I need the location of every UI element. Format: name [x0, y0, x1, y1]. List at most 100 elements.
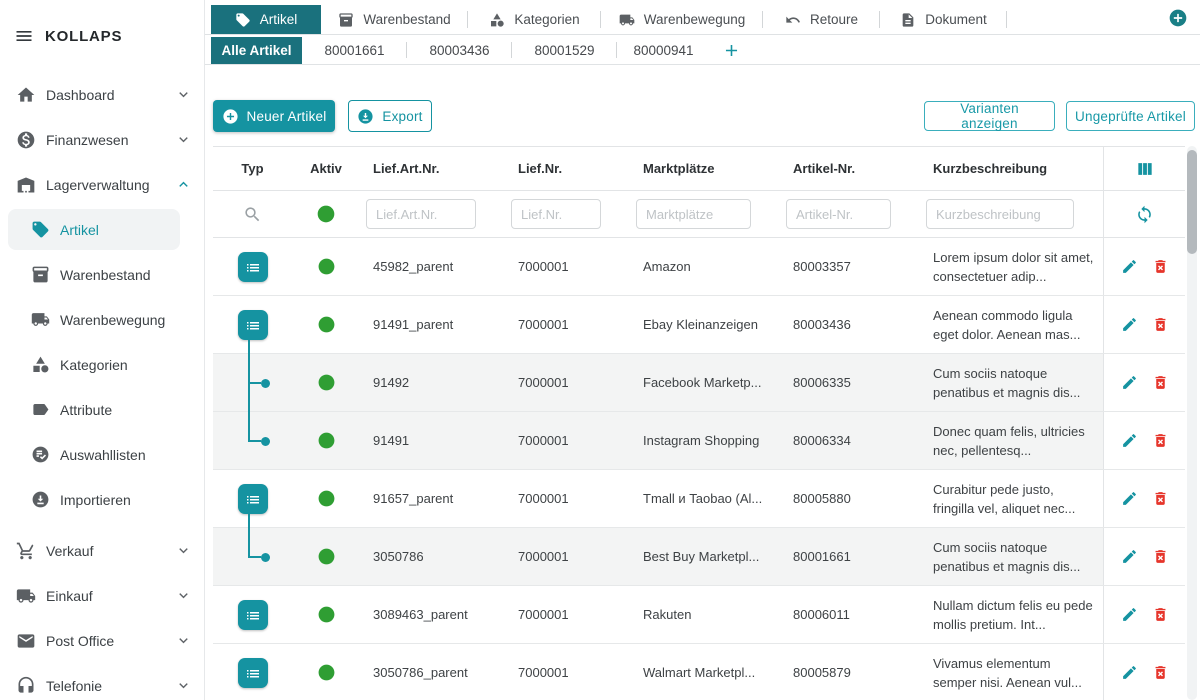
delete-row-button[interactable]: [1152, 258, 1169, 275]
expand-variants-button[interactable]: [238, 600, 268, 630]
active-filter-toggle[interactable]: [316, 204, 336, 224]
tab-dokument[interactable]: Dokument: [880, 5, 1007, 34]
edit-row-button[interactable]: [1121, 606, 1138, 623]
aktiv-cell: [292, 238, 360, 295]
kurzbeschreibung-filter-input[interactable]: [926, 199, 1074, 229]
app-root: KOLLAPS Dashboard Finanzwesen Lagerverwalt…: [0, 0, 1200, 700]
subtab-80001529[interactable]: 80001529: [512, 37, 617, 64]
column-header-aktiv[interactable]: Aktiv: [292, 147, 360, 190]
sidebar-item-attribute[interactable]: Attribute: [0, 387, 204, 432]
scrollbar-thumb[interactable]: [1187, 150, 1197, 254]
sidebar-item-label: Finanzwesen: [46, 132, 129, 148]
refresh-button[interactable]: [1135, 205, 1154, 224]
sidebar-item-warenbestand[interactable]: Warenbestand: [0, 252, 204, 297]
lief-art-nr-filter-input[interactable]: [366, 199, 476, 229]
column-header-lief-art-nr[interactable]: Lief.Art.Nr.: [360, 147, 505, 190]
expand-variants-button[interactable]: [238, 484, 268, 514]
edit-row-button[interactable]: [1121, 432, 1138, 449]
sidebar-item-verkauf[interactable]: Verkauf: [0, 528, 204, 573]
tab-retoure[interactable]: Retoure: [763, 5, 880, 34]
delete-row-button[interactable]: [1152, 316, 1169, 333]
subtab-80003436[interactable]: 80003436: [407, 37, 512, 64]
edit-row-button[interactable]: [1121, 664, 1138, 681]
subtab-label: 80001661: [324, 43, 384, 58]
home-icon: [16, 85, 36, 105]
sidebar-item-artikel[interactable]: Artikel: [0, 207, 204, 252]
sidebar-item-telefonie[interactable]: Telefonie: [0, 663, 204, 700]
tab-kategorien[interactable]: Kategorien: [468, 5, 601, 34]
sidebar-item-post-office[interactable]: Post Office: [0, 618, 204, 663]
subtab-80000941[interactable]: 80000941: [617, 37, 710, 64]
sidebar-item-label: Auswahllisten: [60, 447, 146, 463]
marktplaetze-filter-input[interactable]: [636, 199, 751, 229]
new-article-button[interactable]: Neuer Artikel: [213, 100, 335, 132]
sidebar-item-auswahllisten[interactable]: Auswahllisten: [0, 432, 204, 477]
menu-icon: [14, 26, 34, 46]
delete-row-button[interactable]: [1152, 490, 1169, 507]
column-header-marktpl-tze[interactable]: Marktplätze: [630, 147, 780, 190]
delete-row-button[interactable]: [1152, 606, 1169, 623]
expand-variants-button[interactable]: [238, 310, 268, 340]
row-actions-cell: [1103, 238, 1185, 295]
marktplatz-cell: Amazon: [630, 238, 780, 295]
vertical-scrollbar[interactable]: [1187, 146, 1197, 700]
subtab-alle-artikel[interactable]: Alle Artikel: [211, 37, 302, 64]
typ-cell: [213, 644, 292, 700]
tab-warenbewegung[interactable]: Warenbewegung: [601, 5, 763, 34]
sidebar-item-importieren[interactable]: Importieren: [0, 477, 204, 522]
table-row-child: 914917000001Instagram Shopping80006334Do…: [213, 412, 1185, 470]
add-article-tab-button[interactable]: [722, 41, 741, 60]
show-variants-button[interactable]: Varianten anzeigen: [924, 101, 1055, 131]
edit-row-button[interactable]: [1121, 490, 1138, 507]
menu-icon[interactable]: [14, 26, 34, 46]
edit-row-button[interactable]: [1121, 316, 1138, 333]
export-button[interactable]: Export: [348, 100, 432, 132]
sidebar-item-finanzwesen[interactable]: Finanzwesen: [0, 117, 204, 162]
typ-cell: [213, 528, 292, 585]
active-status-icon: [317, 547, 336, 566]
delete-row-button[interactable]: [1152, 664, 1169, 681]
delete-row-button[interactable]: [1152, 548, 1169, 565]
tab-artikel[interactable]: Artikel: [211, 5, 321, 34]
sidebar-item-einkauf[interactable]: Einkauf: [0, 573, 204, 618]
sidebar-item-kategorien[interactable]: Kategorien: [0, 342, 204, 387]
column-header-typ[interactable]: Typ: [213, 147, 292, 190]
delete-row-button[interactable]: [1152, 374, 1169, 391]
column-header-kurzbeschreibung[interactable]: Kurzbeschreibung: [920, 147, 1103, 190]
sidebar-item-lagerverwaltung[interactable]: Lagerverwaltung: [0, 162, 204, 207]
expand-variants-button[interactable]: [238, 658, 268, 688]
headset-icon: [16, 676, 36, 696]
brand-title: KOLLAPS: [45, 28, 122, 45]
add-tab-button[interactable]: [1168, 8, 1188, 28]
tab-label: Warenbewegung: [644, 12, 746, 27]
tab-warenbestand[interactable]: Warenbestand: [321, 5, 468, 34]
sidebar-item-dashboard[interactable]: Dashboard: [0, 72, 204, 117]
table-body: 45982_parent7000001Amazon80003357Lorem i…: [213, 238, 1185, 700]
edit-row-button[interactable]: [1121, 258, 1138, 275]
sidebar-item-label: Warenbewegung: [60, 312, 165, 328]
main-tabbar: ArtikelWarenbestandKategorien Warenbewegu…: [205, 0, 1200, 35]
subtab-80001661[interactable]: 80001661: [302, 37, 407, 64]
delete-icon: [1152, 374, 1169, 391]
filter-cell: [780, 191, 920, 237]
category-icon: [489, 12, 505, 28]
column-header-lief-nr[interactable]: Lief.Nr.: [505, 147, 630, 190]
delete-row-button[interactable]: [1152, 432, 1169, 449]
artikel-nr-cell: 80005880: [780, 470, 920, 527]
add-circle-icon: [222, 108, 239, 125]
columns-button[interactable]: [1135, 159, 1155, 179]
chevron-down-icon: [175, 587, 192, 604]
unchecked-articles-button[interactable]: Ungeprüfte Artikel: [1066, 101, 1195, 131]
edit-row-button[interactable]: [1121, 374, 1138, 391]
delete-icon: [1152, 258, 1169, 275]
sidebar-item-warenbewegung[interactable]: Warenbewegung: [0, 297, 204, 342]
lief-nr-filter-input[interactable]: [511, 199, 601, 229]
artikel-nr-filter-input[interactable]: [786, 199, 891, 229]
edit-row-button[interactable]: [1121, 548, 1138, 565]
unchecked-articles-label: Ungeprüfte Artikel: [1075, 109, 1186, 124]
row-actions-cell: [1103, 354, 1185, 411]
column-header-artikel-nr[interactable]: Artikel-Nr.: [780, 147, 920, 190]
category-icon: [31, 355, 50, 374]
column-settings-cell: [1103, 147, 1185, 190]
expand-variants-button[interactable]: [238, 252, 268, 282]
